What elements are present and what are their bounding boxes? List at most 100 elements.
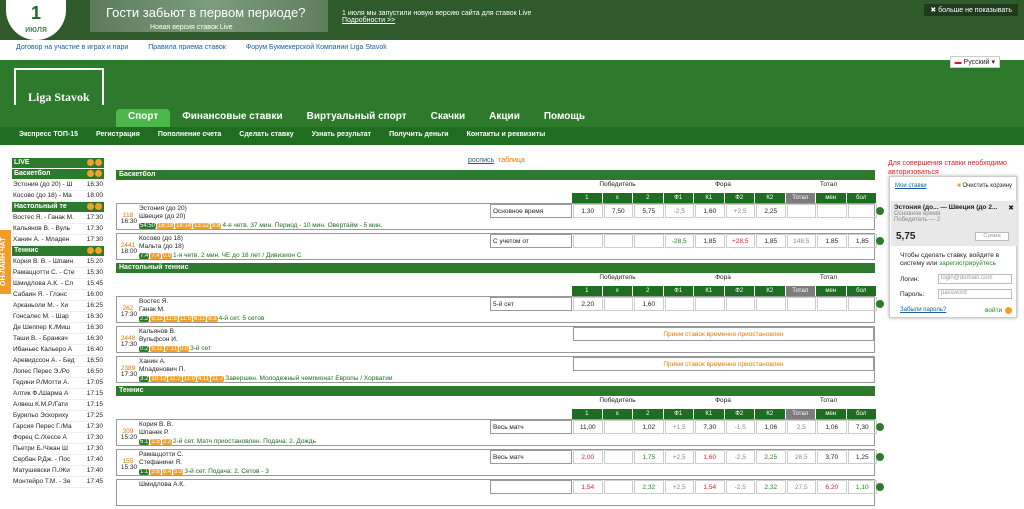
odd-cell[interactable]: 11,00: [573, 420, 603, 434]
sidebar-event[interactable]: Кальянов В. - Вуль 17:30: [12, 224, 104, 235]
odd-cell[interactable]: 1,10: [847, 480, 877, 494]
sidebar-event[interactable]: Лопес Перес Э./Ро 16:50: [12, 367, 104, 378]
odd-cell[interactable]: -2,5: [664, 204, 694, 218]
odd-cell[interactable]: 1,06: [817, 420, 847, 434]
login-input[interactable]: login@domain.com: [938, 274, 1012, 284]
view-list-link[interactable]: роспись: [468, 157, 494, 164]
market-select[interactable]: Весь матч: [490, 450, 572, 464]
odd-cell[interactable]: [603, 234, 633, 248]
odd-cell[interactable]: +2,5: [664, 480, 694, 494]
expand-icon[interactable]: [876, 483, 884, 491]
odd-cell[interactable]: [603, 420, 633, 434]
nav-help[interactable]: Помощь: [532, 109, 597, 127]
subnav-result[interactable]: Узнать результат: [303, 127, 380, 145]
sidebar-event[interactable]: Сербан Р.Дж. - Пос 17:40: [12, 455, 104, 466]
event-teams[interactable]: Кория В. В. Шпанек Р.: [139, 421, 173, 437]
odd-cell[interactable]: [847, 297, 877, 311]
auth-warning-line2[interactable]: авторизоваться: [888, 169, 939, 176]
event-teams[interactable]: Косово (до 18) Мальта (до 18): [139, 235, 184, 251]
odd-cell[interactable]: 6,20: [817, 480, 847, 494]
nav-sport[interactable]: Спорт: [116, 109, 171, 127]
event-teams[interactable]: Рамаццотти С. Стефанини Я.: [139, 451, 184, 467]
odd-cell[interactable]: 2,20: [573, 297, 603, 311]
section-header[interactable]: Теннис: [116, 386, 875, 396]
odd-cell[interactable]: 1,85: [817, 234, 847, 248]
odd-cell[interactable]: 1,75: [634, 450, 664, 464]
top-link-agreement[interactable]: Договор на участие в играх и пари: [16, 44, 128, 51]
sidebar-event[interactable]: Гедини Р./Мотти А. 17:05: [12, 378, 104, 389]
odd-cell[interactable]: 7,30: [695, 420, 725, 434]
odd-cell[interactable]: [573, 234, 603, 248]
odd-cell[interactable]: [603, 450, 633, 464]
odd-cell[interactable]: 1,02: [634, 420, 664, 434]
top-link-rules[interactable]: Правила приема ставок: [148, 44, 226, 51]
expand-icon[interactable]: [876, 300, 884, 308]
odd-cell[interactable]: +2,5: [664, 450, 694, 464]
odd-cell[interactable]: [634, 234, 664, 248]
subnav-deposit[interactable]: Пополнение счета: [149, 127, 230, 145]
subnav-express[interactable]: Экспресс ТОП-15: [10, 127, 87, 145]
event-teams[interactable]: Эстония (до 20) Швеция (до 20): [139, 205, 187, 221]
odd-cell[interactable]: 1,85: [756, 234, 786, 248]
expand-icon[interactable]: [876, 207, 884, 215]
nav-promo[interactable]: Акции: [477, 109, 532, 127]
sidebar-event[interactable]: Востес Я. - Ганак М. 17:30: [12, 213, 104, 224]
subnav-register[interactable]: Регистрация: [87, 127, 149, 145]
news-link[interactable]: Подробности >>: [342, 17, 395, 24]
odd-cell[interactable]: 2,32: [756, 480, 786, 494]
password-input[interactable]: password: [938, 289, 1012, 299]
subnav-withdraw[interactable]: Получить деньги: [380, 127, 458, 145]
odd-cell[interactable]: 28,5: [786, 450, 816, 464]
odd-cell[interactable]: 2,32: [634, 480, 664, 494]
sidebar-event[interactable]: Форец С./Хессе А 17:30: [12, 433, 104, 444]
sidebar-event[interactable]: Кория В. В. - Шпаин 15:20: [12, 257, 104, 268]
odd-cell[interactable]: [725, 297, 755, 311]
sidebar-event[interactable]: Гонсалес М. - Шар 16:30: [12, 312, 104, 323]
sidebar-event[interactable]: Алвеш К.М.Р./Гати 17:15: [12, 400, 104, 411]
odd-cell[interactable]: +1,5: [664, 420, 694, 434]
odd-cell[interactable]: 148,5: [786, 234, 816, 248]
banner-title[interactable]: Гости забьют в первом периоде?: [106, 5, 305, 20]
nav-financial[interactable]: Финансовые ставки: [170, 109, 294, 127]
view-table-link[interactable]: таблица: [498, 157, 525, 164]
sidebar-basketball[interactable]: Баскетбол: [12, 169, 104, 179]
odd-cell[interactable]: 7,50: [603, 204, 633, 218]
market-select[interactable]: [490, 480, 572, 494]
odd-cell[interactable]: 2,00: [573, 450, 603, 464]
odd-cell[interactable]: 1,60: [634, 297, 664, 311]
logo[interactable]: Liga Stavok: [28, 90, 90, 105]
odd-cell[interactable]: -2,5: [725, 480, 755, 494]
online-chat-tab[interactable]: ОН-ЛАЙН ЧАТ: [0, 230, 11, 294]
odd-cell[interactable]: 1,06: [756, 420, 786, 434]
forgot-password-link[interactable]: Забыли пароль?: [900, 307, 946, 313]
hide-banner-button[interactable]: ✖ больше не показывать: [924, 4, 1018, 16]
odd-cell[interactable]: [756, 297, 786, 311]
sidebar-live[interactable]: LIVE: [12, 158, 104, 168]
nav-races[interactable]: Скачки: [419, 109, 478, 127]
market-select[interactable]: Весь матч: [490, 420, 572, 434]
event-teams[interactable]: Ханин А. Младенович П.: [139, 358, 185, 374]
sidebar-event[interactable]: Монтейро Т.М. - Зе 17:45: [12, 477, 104, 488]
register-link[interactable]: зарегистрируйтесь: [939, 260, 996, 267]
sidebar-event[interactable]: Ханин А. - Младен 17:30: [12, 235, 104, 246]
event-teams[interactable]: Кальянов В. Вульфсон И.: [139, 328, 178, 344]
nav-virtual[interactable]: Виртуальный спорт: [295, 109, 419, 127]
event-teams[interactable]: Шмидлова А.К.: [139, 481, 185, 489]
sidebar-event[interactable]: Аревидссон А. - Бед 16:50: [12, 356, 104, 367]
odd-cell[interactable]: 2,5: [786, 420, 816, 434]
section-header[interactable]: Настольный теннис: [116, 263, 875, 273]
sidebar-event[interactable]: Алтик Ф./Шарма А 17:15: [12, 389, 104, 400]
language-select[interactable]: ▬ Русский ▾: [949, 56, 1000, 68]
odd-cell[interactable]: [603, 297, 633, 311]
my-bets-tab[interactable]: Мои ставки: [895, 183, 927, 189]
odd-cell[interactable]: [847, 204, 877, 218]
odd-cell[interactable]: 3,70: [817, 450, 847, 464]
sidebar-basketball-toggle-icon[interactable]: [86, 170, 102, 177]
market-select[interactable]: С учетом от: [490, 234, 572, 248]
event-teams[interactable]: Востес Я. Ганак М.: [139, 298, 168, 314]
expand-icon[interactable]: [876, 453, 884, 461]
odd-cell[interactable]: -1,5: [725, 420, 755, 434]
odd-cell[interactable]: 1,25: [847, 450, 877, 464]
sidebar-event[interactable]: Эстония (до 20) - Ш 16:30: [12, 180, 104, 191]
sidebar-event[interactable]: Гарсия Перес Г./Ма 17:30: [12, 422, 104, 433]
